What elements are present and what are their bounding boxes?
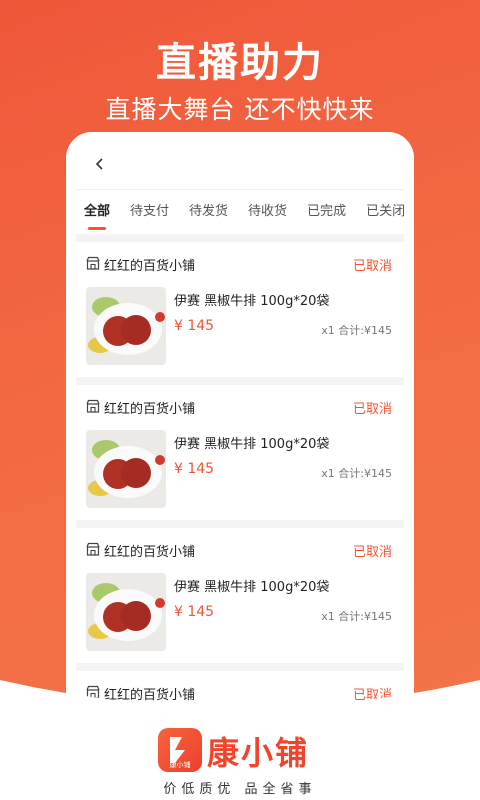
order-status: 已取消 [352,545,392,560]
order-status: 已取消 [352,688,392,703]
shop-icon [86,399,100,413]
order-qty-total: x1 合计:¥145 [321,610,392,623]
product-price: ¥ 145 [174,604,215,620]
product-name: 伊赛 黑椒牛排 100g*20袋 [174,294,330,309]
tab-closed[interactable]: 已关闭 [366,190,405,234]
product-name: 伊赛 黑椒牛排 100g*20袋 [174,437,330,452]
order-qty-total: x1 合计:¥145 [321,324,392,337]
order-qty-total: x1 合计:¥145 [321,467,392,480]
tab-pending-receipt[interactable]: 待收货 [248,190,287,234]
tab-all[interactable]: 全部 [84,190,110,234]
order-list-screen: 全部 待支付 待发货 待收货 已完成 已关闭 红红的百货小铺 已取消 伊赛 黑椒… [76,132,405,752]
product-thumbnail [86,573,166,651]
product-thumbnail [86,287,166,365]
tab-pending-payment[interactable]: 待支付 [130,190,169,234]
shop-icon [86,685,100,699]
shop-icon [86,256,100,270]
app-logo-icon: 康小铺 [158,728,202,772]
app-name: 康小铺 [207,734,310,772]
app-slogan: 价低质优 品全省事 [163,782,317,797]
product-price: ¥ 145 [174,318,215,334]
order-card[interactable]: 红红的百货小铺 已取消 伊赛 黑椒牛排 100g*20袋 ¥ 145 x1 合计… [76,385,404,520]
phone-mockup: 全部 待支付 待发货 待收货 已完成 已关闭 红红的百货小铺 已取消 伊赛 黑椒… [66,132,414,752]
tab-completed[interactable]: 已完成 [307,190,346,234]
product-price: ¥ 145 [174,461,215,477]
shop-icon [86,542,100,556]
order-tabs: 全部 待支付 待发货 待收货 已完成 已关闭 [76,190,405,234]
back-arrow-icon[interactable] [94,158,106,170]
shop-name: 红红的百货小铺 [104,545,196,560]
banner-headline: 直播助力 [156,40,324,86]
order-status: 已取消 [352,402,392,417]
shop-name: 红红的百货小铺 [104,402,196,417]
product-name: 伊赛 黑椒牛排 100g*20袋 [174,580,330,595]
shop-name: 红红的百货小铺 [104,688,196,703]
product-thumbnail [86,430,166,508]
order-status: 已取消 [352,259,392,274]
nav-bar [76,132,404,190]
tab-pending-shipment[interactable]: 待发货 [189,190,228,234]
order-card[interactable]: 红红的百货小铺 已取消 伊赛 黑椒牛排 100g*20袋 ¥ 145 x1 合计… [76,528,404,663]
banner-subline: 直播大舞台 还不快快来 [105,95,375,124]
order-card[interactable]: 红红的百货小铺 已取消 伊赛 黑椒牛排 100g*20袋 ¥ 145 x1 合计… [76,242,404,377]
svg-text:康小铺: 康小铺 [170,760,191,769]
shop-name: 红红的百货小铺 [104,259,196,274]
